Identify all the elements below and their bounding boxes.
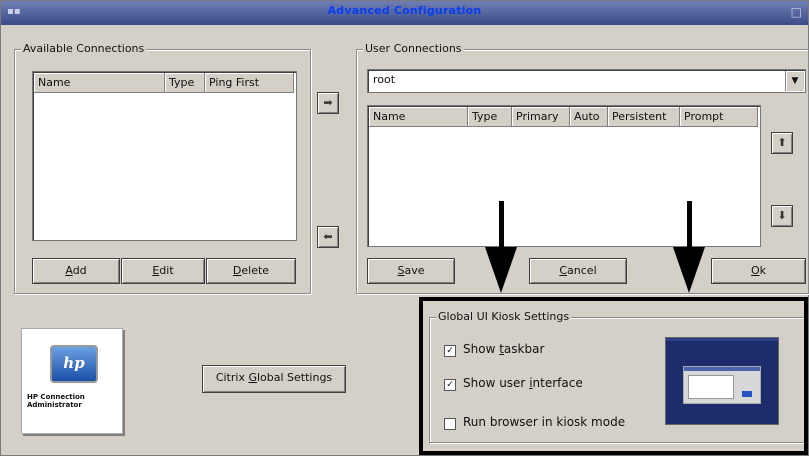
cancel-mnemonic: C: [559, 264, 568, 277]
user-select[interactable]: root ▼: [367, 69, 806, 93]
add-button[interactable]: Add: [32, 258, 120, 284]
edit-label-rest: dit: [159, 264, 174, 277]
col-header-persistent[interactable]: Persistent: [608, 107, 680, 127]
user-select-value: root: [373, 73, 396, 86]
move-left-button[interactable]: ⬅: [317, 226, 339, 248]
hp-logo-icon: hp: [50, 345, 98, 383]
citrix-label: Citrix: [215, 371, 249, 384]
move-up-button[interactable]: ⬆: [771, 132, 793, 154]
citrix-mnemonic: G: [248, 371, 257, 384]
arrow-up-icon: ⬆: [777, 136, 787, 149]
save-label-rest: ave: [404, 264, 425, 277]
citrix-label-rest: lobal Settings: [256, 371, 333, 384]
edit-button[interactable]: Edit: [121, 258, 205, 284]
available-connections-legend: Available Connections: [21, 42, 147, 55]
col-header-type[interactable]: Type: [468, 107, 512, 127]
logo-caption: HP Connection Administrator: [27, 393, 85, 409]
col-header-name[interactable]: Name: [369, 107, 468, 127]
hp-logo-text: hp: [63, 354, 85, 372]
col-header-name[interactable]: Name: [34, 73, 165, 93]
window-title: Advanced Configuration: [327, 4, 482, 17]
chevron-down-icon[interactable]: ▼: [785, 71, 804, 91]
add-label-rest: dd: [72, 264, 87, 277]
delete-button[interactable]: Delete: [206, 258, 296, 284]
arrow-down-icon: ⬇: [777, 209, 787, 222]
title-bar[interactable]: ▪▪ Advanced Configuration □: [1, 1, 808, 25]
col-header-primary[interactable]: Primary: [512, 107, 570, 127]
advanced-configuration-window: ▪▪ Advanced Configuration □ Available Co…: [0, 0, 809, 456]
user-connections-list[interactable]: Name Type Primary Auto Persistent Prompt: [367, 105, 761, 247]
move-down-button[interactable]: ⬇: [771, 205, 793, 227]
col-header-auto[interactable]: Auto: [570, 107, 608, 127]
logo-caption-line2: Administrator: [27, 401, 82, 409]
arrow-left-icon: ⬅: [323, 230, 333, 243]
logo-caption-line1: HP Connection: [27, 393, 85, 401]
available-connections-list[interactable]: Name Type Ping First: [32, 71, 297, 241]
hp-connection-administrator-logo: hp HP Connection Administrator: [21, 328, 123, 434]
save-button[interactable]: Save: [367, 258, 455, 284]
arrow-right-icon: ➡: [323, 96, 333, 109]
col-header-type[interactable]: Type: [165, 73, 205, 93]
ok-mnemonic: O: [750, 264, 760, 277]
citrix-global-settings-button[interactable]: Citrix Global Settings: [202, 365, 346, 393]
cancel-label-rest: ancel: [567, 264, 597, 277]
cancel-button[interactable]: Cancel: [529, 258, 627, 284]
ok-label-rest: k: [759, 264, 767, 277]
maximize-icon[interactable]: □: [791, 5, 802, 19]
col-header-prompt[interactable]: Prompt: [680, 107, 758, 127]
add-mnemonic: A: [65, 264, 73, 277]
move-right-button[interactable]: ➡: [317, 92, 339, 114]
user-connections-legend: User Connections: [363, 42, 464, 55]
ok-button[interactable]: Ok: [711, 258, 806, 284]
col-header-ping-first[interactable]: Ping First: [205, 73, 294, 93]
highlight-box: [419, 297, 808, 455]
delete-label-rest: elete: [241, 264, 270, 277]
